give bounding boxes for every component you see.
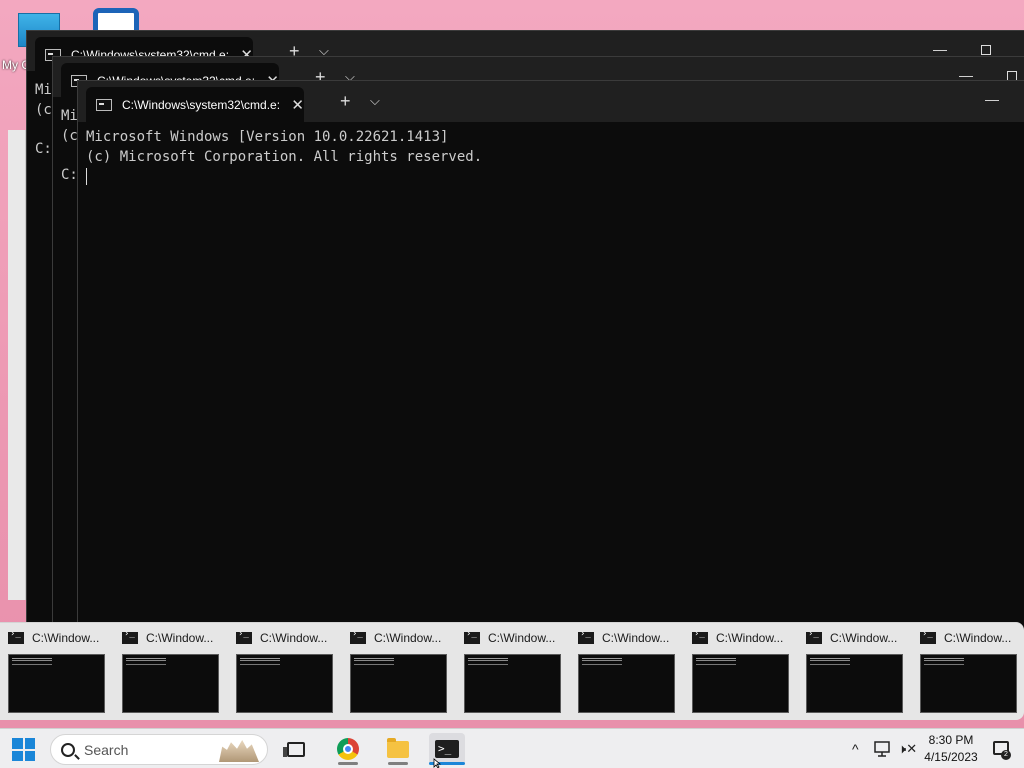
running-indicator (388, 762, 408, 765)
preview-image[interactable] (920, 654, 1017, 713)
preview-image[interactable] (8, 654, 105, 713)
preview-thumbnail[interactable]: C:\Window... (798, 623, 912, 721)
preview-title: C:\Window... (146, 631, 214, 645)
clock-time: 8:30 PM (928, 733, 974, 747)
tab-close-button[interactable]: ✕ (291, 96, 304, 114)
preview-image[interactable] (464, 654, 561, 713)
preview-thumbnail[interactable]: C:\Window... (684, 623, 798, 721)
preview-thumbnail[interactable]: C:\Window... (912, 623, 1024, 721)
chrome-icon (337, 738, 359, 760)
terminal-window-front[interactable]: C:\Windows\system32\cmd.e: ✕ + ⌵ — Micro… (77, 80, 1024, 630)
network-icon[interactable] (874, 729, 892, 768)
preview-thumbnail[interactable]: C:\Window... (0, 623, 114, 721)
preview-thumbnail[interactable]: C:\Window... (456, 623, 570, 721)
terminal-icon (8, 629, 24, 644)
preview-thumbnail[interactable]: C:\Window... (114, 623, 228, 721)
volume-muted-icon[interactable]: 🕨✕ (898, 729, 917, 768)
dropdown-button[interactable]: ⌵ (370, 93, 380, 109)
preview-title: C:\Window... (32, 631, 100, 645)
preview-image[interactable] (578, 654, 675, 713)
preview-title: C:\Window... (488, 631, 556, 645)
preview-thumbnail[interactable]: C:\Window... (228, 623, 342, 721)
clock-date: 4/15/2023 (924, 750, 978, 764)
terminal-output[interactable]: Microsoft Windows [Version 10.0.22621.14… (78, 122, 1024, 187)
preview-image[interactable] (350, 654, 447, 713)
file-explorer-button[interactable] (380, 733, 416, 765)
preview-title: C:\Window... (716, 631, 784, 645)
preview-title: C:\Window... (374, 631, 442, 645)
new-tab-button[interactable]: + (340, 91, 351, 112)
task-view-icon (283, 741, 305, 757)
preview-title: C:\Window... (602, 631, 670, 645)
preview-image[interactable] (122, 654, 219, 713)
show-hidden-icons-button[interactable]: ^ (852, 729, 859, 768)
terminal-text: Microsoft Windows [Version 10.0.22621.14… (86, 129, 483, 165)
terminal-icon (350, 629, 366, 644)
terminal-icon (464, 629, 480, 644)
minimize-button[interactable]: — (933, 41, 947, 57)
preview-title: C:\Window... (830, 631, 898, 645)
taskbar-thumbnail-previews: C:\Window... C:\Window... C:\Window... C… (0, 622, 1024, 720)
terminal-icon (692, 629, 708, 644)
preview-image[interactable] (236, 654, 333, 713)
preview-image[interactable] (806, 654, 903, 713)
terminal-icon (236, 629, 252, 644)
terminal-icon (122, 629, 138, 644)
preview-title: C:\Window... (944, 631, 1012, 645)
chrome-button[interactable] (330, 733, 366, 765)
terminal-icon: >_ (435, 740, 459, 758)
maximize-button[interactable] (981, 45, 991, 55)
file-explorer-icon (387, 737, 409, 758)
terminal-icon (920, 629, 936, 644)
search-placeholder: Search (84, 741, 129, 758)
preview-thumbnail[interactable]: C:\Window... (342, 623, 456, 721)
minimize-button[interactable]: — (985, 91, 999, 107)
task-view-button[interactable] (278, 733, 314, 765)
terminal-icon (806, 629, 822, 644)
preview-thumbnail[interactable]: C:\Window... (570, 623, 684, 721)
preview-title: C:\Window... (260, 631, 328, 645)
mouse-cursor-icon (433, 758, 442, 768)
notification-badge: 2 (1001, 750, 1011, 760)
tab-cmd[interactable]: C:\Windows\system32\cmd.e: ✕ (86, 87, 304, 122)
search-highlight-image (219, 740, 259, 762)
background-window-edge (8, 130, 26, 600)
terminal-icon (578, 629, 594, 644)
running-indicator (338, 762, 358, 765)
cmd-icon (96, 98, 112, 111)
search-input[interactable]: Search (50, 734, 268, 765)
title-bar[interactable]: C:\Windows\system32\cmd.e: ✕ + ⌵ — (78, 81, 1024, 122)
taskbar: Search >_ ^ 🕨✕ 8:30 PM 4/15/2023 2 (0, 728, 1024, 768)
preview-image[interactable] (692, 654, 789, 713)
search-icon (61, 742, 75, 757)
windows-start-icon[interactable] (12, 738, 35, 761)
tab-title: C:\Windows\system32\cmd.e: (122, 97, 281, 112)
clock[interactable]: 8:30 PM 4/15/2023 (918, 732, 984, 766)
text-cursor (86, 167, 87, 185)
